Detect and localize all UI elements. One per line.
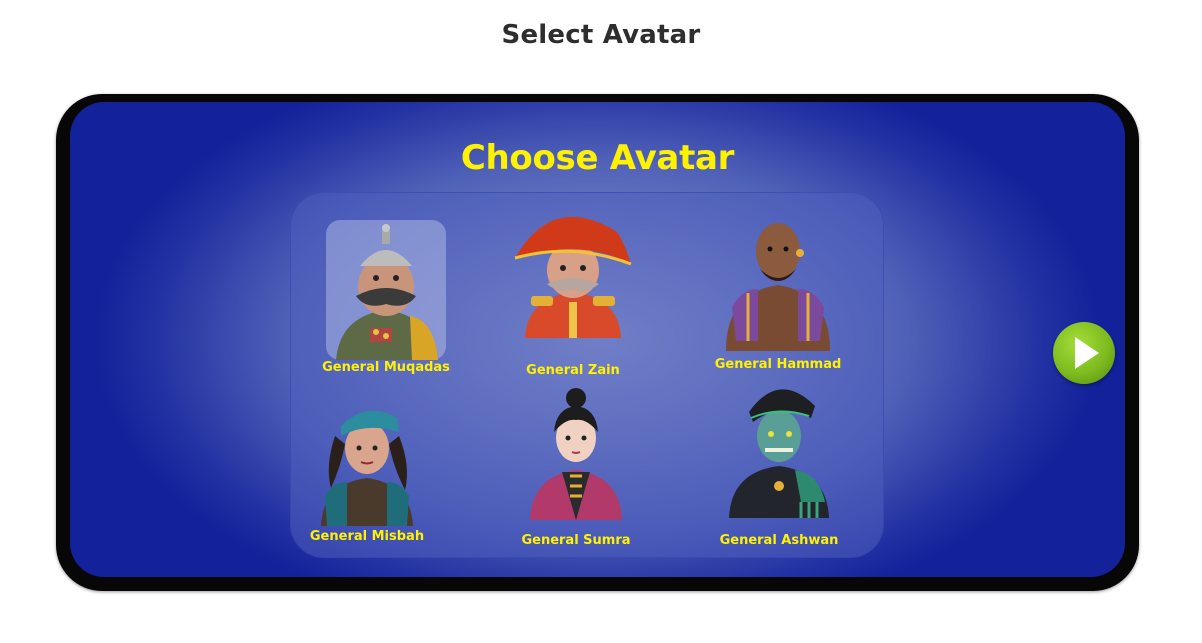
game-screen: Choose Avatar General Muqadas General Za… (70, 102, 1125, 577)
avatar-name-general-zain: General Zain (526, 363, 620, 378)
choose-avatar-heading: Choose Avatar (460, 138, 735, 178)
avatar-name-general-misbah: General Misbah (309, 529, 425, 544)
general-ashwan-portrait-icon (719, 378, 839, 518)
general-hammad-portrait-icon (718, 211, 838, 351)
device-frame: Choose Avatar General Muqadas General Za… (56, 94, 1139, 591)
avatar-card-general-misbah[interactable]: General Misbah (292, 386, 442, 562)
avatar-grid-panel: General Muqadas General Zain General Ham… (290, 192, 884, 558)
play-icon (1075, 337, 1099, 369)
avatar-card-general-sumra[interactable]: General Sumra (501, 380, 651, 556)
avatar-card-general-zain[interactable]: General Zain (498, 198, 648, 378)
avatar-card-general-ashwan[interactable]: General Ashwan (704, 378, 854, 554)
avatar-card-general-hammad[interactable]: General Hammad (703, 211, 853, 387)
avatar-name-general-muqadas: General Muqadas (322, 360, 450, 375)
general-zain-portrait-icon (513, 198, 633, 338)
general-misbah-portrait-icon (307, 386, 427, 526)
avatar-name-general-sumra: General Sumra (521, 533, 631, 548)
avatar-name-general-hammad: General Hammad (714, 357, 842, 372)
avatar-card-general-muqadas[interactable]: General Muqadas (311, 220, 461, 396)
page-title: Select Avatar (501, 20, 701, 50)
avatar-name-general-ashwan: General Ashwan (719, 533, 839, 548)
general-muqadas-portrait-icon (326, 220, 446, 360)
general-sumra-portrait-icon (516, 380, 636, 520)
next-button[interactable] (1053, 322, 1115, 384)
